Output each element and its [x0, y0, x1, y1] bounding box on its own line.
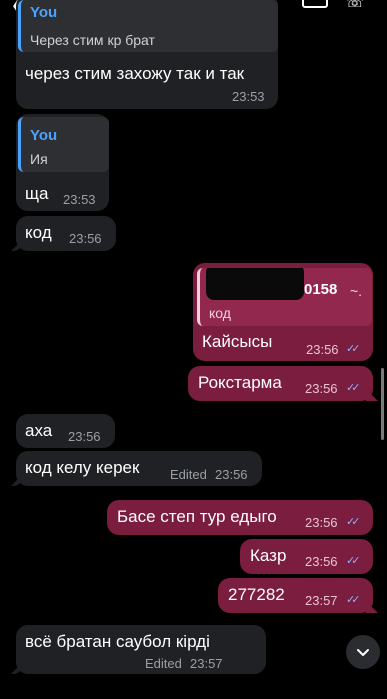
- message-time: 23:57: [190, 656, 223, 671]
- reply-quote[interactable]: You Ия: [18, 117, 109, 172]
- message-bubble-outgoing[interactable]: Басе степ тур едыго 23:56 ✓✓: [107, 500, 373, 535]
- message-bubble-incoming[interactable]: код 23:56: [16, 216, 116, 251]
- message-text: Казр: [250, 546, 287, 565]
- read-checkmarks-icon: ✓✓: [346, 516, 361, 528]
- message-text: через стим захожу так и так: [25, 64, 245, 83]
- read-checkmarks-icon: ✓✓: [346, 343, 361, 355]
- message-time: 23:53: [63, 192, 96, 207]
- reply-quote[interactable]: 0158 ~. код: [197, 268, 372, 326]
- reply-author: You: [30, 127, 58, 144]
- reply-text: Ия: [30, 151, 48, 167]
- message-text: всё братан саубол кірді: [25, 632, 210, 651]
- message-bubble-outgoing[interactable]: Казр 23:56 ✓✓: [240, 539, 373, 574]
- read-checkmarks-icon: ✓✓: [346, 382, 361, 394]
- reply-author-suffix: ~.: [350, 283, 363, 299]
- message-bubble-outgoing[interactable]: 277282 23:57 ✓✓: [218, 578, 373, 613]
- message-bubble-incoming[interactable]: аха 23:56: [16, 414, 115, 448]
- message-time: 23:56: [68, 429, 101, 444]
- reply-author: You: [30, 4, 58, 21]
- reply-text: Через стим кр брат: [30, 32, 155, 48]
- read-checkmarks-icon: ✓✓: [346, 594, 361, 606]
- message-time: 23:56: [306, 342, 339, 357]
- message-bubble-outgoing[interactable]: Рокстарма 23:56 ✓✓: [188, 366, 373, 401]
- message-text: код келу керек: [25, 458, 140, 477]
- message-bubble-incoming[interactable]: код келу керек Edited 23:56: [16, 451, 262, 486]
- reply-quote[interactable]: You Через стим кр брат: [18, 0, 278, 52]
- phone-icon[interactable]: ☏: [345, 0, 365, 12]
- message-bubble-incoming[interactable]: всё братан саубол кірді Edited 23:57: [16, 625, 266, 674]
- message-time: 23:57: [305, 593, 338, 608]
- chevron-down-icon: [357, 649, 369, 656]
- reply-text: код: [209, 305, 231, 321]
- scroll-down-button[interactable]: [346, 635, 380, 669]
- message-text: Рокстарма: [198, 373, 282, 392]
- message-text: Басе степ тур едыго: [117, 507, 277, 526]
- message-text: код: [25, 223, 52, 242]
- message-time: 23:56: [305, 515, 338, 530]
- message-time: 23:53: [232, 89, 265, 104]
- message-text: 277282: [228, 585, 285, 604]
- message-text: аха: [25, 421, 53, 440]
- message-time: 23:56: [305, 554, 338, 569]
- message-time: 23:56: [69, 231, 102, 246]
- message-bubble-outgoing[interactable]: 0158 ~. код Кайсысы 23:56 ✓✓: [193, 263, 373, 361]
- scrollbar[interactable]: [381, 368, 384, 440]
- read-checkmarks-icon: ✓✓: [346, 555, 361, 567]
- edited-label: Edited: [170, 467, 207, 482]
- redaction-mark: [206, 268, 304, 300]
- message-bubble-incoming[interactable]: You Через стим кр брат через стим захожу…: [16, 0, 278, 109]
- message-text: Кайсысы: [202, 332, 273, 351]
- video-call-icon[interactable]: [302, 0, 328, 8]
- reply-author: 0158: [304, 281, 338, 298]
- message-text: ща: [25, 184, 49, 203]
- message-time: 23:56: [305, 381, 338, 396]
- edited-label: Edited: [145, 656, 182, 671]
- message-time: 23:56: [215, 467, 248, 482]
- message-bubble-incoming[interactable]: You Ия ща 23:53: [16, 114, 109, 211]
